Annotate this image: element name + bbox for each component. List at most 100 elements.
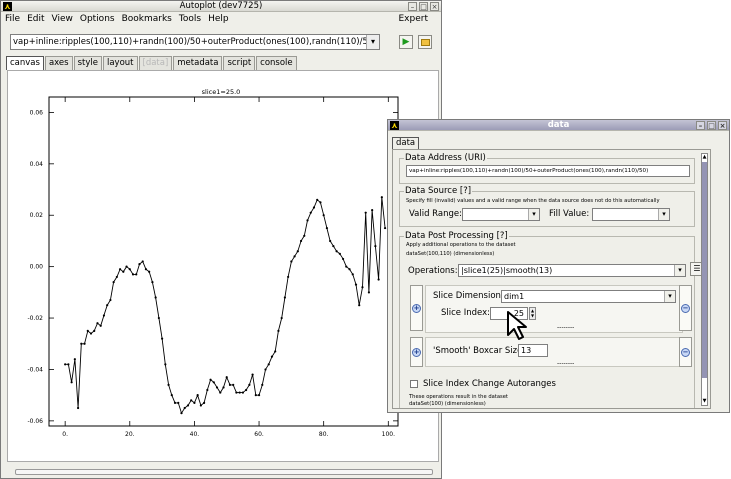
post-processing-heading: Data Post Processing [?] <box>404 231 509 241</box>
fill-value-combo[interactable]: ▾ <box>592 208 670 221</box>
tab-data-panel[interactable]: data <box>392 137 420 149</box>
slice-dimension-combo[interactable]: dim1 ▾ <box>501 290 676 303</box>
tab-canvas[interactable]: canvas <box>6 56 44 70</box>
insert-operation-left-button[interactable]: + <box>410 337 423 367</box>
chevron-down-icon[interactable]: ▾ <box>664 291 675 302</box>
plot-area: 0. 20. 40. 60. 80. 100. 0.06 0.04 0.02 0.00 -0.02 -… <box>27 96 399 438</box>
tab-script[interactable]: script <box>223 56 256 70</box>
chevron-down-icon[interactable]: ▾ <box>366 35 379 49</box>
add-icon: + <box>412 304 421 313</box>
data-point <box>264 368 267 371</box>
chevron-down-icon[interactable]: ▾ <box>658 209 669 220</box>
tab-console[interactable]: console <box>256 56 297 70</box>
data-point <box>167 383 170 386</box>
maximize-icon[interactable]: □ <box>419 2 428 11</box>
data-point <box>141 260 144 263</box>
slice-autoranges-checkbox[interactable] <box>410 380 418 388</box>
browse-button[interactable] <box>418 35 432 49</box>
slice-index-stepper[interactable]: ▲ ▼ <box>529 307 536 320</box>
menu-view[interactable]: View <box>52 13 73 26</box>
plot-frame <box>48 96 399 427</box>
y-tick-label: 0.02 <box>30 212 44 219</box>
close-icon[interactable]: × <box>718 121 727 130</box>
folder-icon <box>420 39 430 46</box>
data-point <box>212 381 215 384</box>
valid-range-combo[interactable]: ▾ <box>462 208 540 221</box>
data-point <box>125 265 128 268</box>
go-button[interactable]: ▶ <box>399 35 413 49</box>
close-icon[interactable]: × <box>430 2 439 11</box>
x-tick-label: 80. <box>319 431 329 438</box>
horizontal-scrollbar[interactable] <box>15 469 433 475</box>
data-point <box>186 404 190 407</box>
maximize-icon[interactable]: □ <box>707 121 716 130</box>
operations-combo[interactable]: |slice1(25)|smooth(13) ▾ <box>458 264 686 277</box>
data-point <box>112 280 115 284</box>
data-point <box>299 239 303 243</box>
y-tick-label: 0.06 <box>30 109 44 116</box>
data-point <box>64 363 67 366</box>
data-point <box>312 206 316 209</box>
data-point <box>109 298 112 302</box>
scrollbar-thumb[interactable] <box>702 162 707 378</box>
vertical-scrollbar[interactable]: ▲ ▼ <box>701 153 708 406</box>
minimize-icon[interactable]: – <box>696 121 705 130</box>
menu-help[interactable]: Help <box>208 13 229 26</box>
remove-operation-button[interactable]: − <box>679 337 692 367</box>
data-dialog: ⋏ data – □ × data Data Address (URI) vap… <box>387 119 730 413</box>
remove-operation-button[interactable]: − <box>679 285 692 331</box>
data-point <box>161 337 164 340</box>
line-chart: slice1=25.0 0. 20. 40. 60. 80. 100.0.060.040.… <box>27 88 399 438</box>
data-point <box>67 363 70 366</box>
insert-operation-left-button[interactable]: + <box>410 285 423 331</box>
expert-mode-menu[interactable]: Expert <box>399 13 429 26</box>
boxcar-size-field[interactable]: 13 <box>518 344 548 357</box>
fill-value-label: Fill Value: <box>549 209 590 219</box>
y-tick-label: 0.00 <box>30 264 44 271</box>
menu-edit[interactable]: Edit <box>27 13 44 26</box>
menu-bookmarks[interactable]: Bookmarks <box>122 13 172 26</box>
tab-metadata[interactable]: metadata <box>173 56 223 70</box>
data-point <box>96 322 99 325</box>
x-tick-label: 40. <box>190 431 200 438</box>
data-point <box>164 363 167 366</box>
scroll-down-icon[interactable]: ▼ <box>702 398 707 405</box>
uri-input[interactable]: vap+inline:ripples(100,110)+randn(100)/5… <box>10 34 380 50</box>
data-point <box>183 406 186 410</box>
slice-dimension-label: Slice Dimension: <box>433 291 504 301</box>
menu-file[interactable]: File <box>5 13 20 26</box>
data-point <box>157 316 160 320</box>
data-point <box>215 386 219 389</box>
data-address-heading: Data Address (URI) <box>404 153 487 163</box>
menu-tools[interactable]: Tools <box>179 13 201 26</box>
scroll-up-icon[interactable]: ▲ <box>702 154 707 161</box>
data-point <box>332 244 335 248</box>
valid-range-label: Valid Range: <box>409 209 462 219</box>
remove-icon: − <box>681 348 690 357</box>
data-point <box>232 383 235 386</box>
plot-canvas[interactable]: slice1=25.0 0. 20. 40. 60. 80. 100. 0.06 0.04 0.… <box>7 70 439 462</box>
data-point <box>180 412 183 415</box>
data-point <box>367 291 371 294</box>
data-point <box>131 273 135 276</box>
data-address-text: vap+inline:ripples(100,110)+randn(100)/5… <box>409 168 649 174</box>
data-point <box>241 391 244 394</box>
data-point <box>235 391 238 394</box>
data-point <box>254 394 257 397</box>
data-point <box>374 244 377 248</box>
main-titlebar[interactable]: ⋏ Autoplot (dev7725) – □ × <box>1 1 441 12</box>
data-point <box>170 394 173 397</box>
data-point <box>322 214 325 217</box>
data-point <box>377 278 380 281</box>
minimize-icon[interactable]: – <box>408 2 417 11</box>
tab-style[interactable]: style <box>73 56 102 70</box>
tab-axes[interactable]: axes <box>44 56 73 70</box>
data-address-field[interactable]: vap+inline:ripples(100,110)+randn(100)/5… <box>406 165 690 177</box>
menu-options[interactable]: Options <box>80 13 115 26</box>
data-dialog-titlebar[interactable]: ⋏ data – □ × <box>388 120 729 131</box>
x-tick-label: 20. <box>125 431 135 438</box>
remove-icon: − <box>681 304 690 313</box>
chevron-down-icon[interactable]: ▾ <box>674 265 685 276</box>
tab-layout[interactable]: layout <box>102 56 138 70</box>
chevron-down-icon[interactable]: ▾ <box>528 209 539 220</box>
